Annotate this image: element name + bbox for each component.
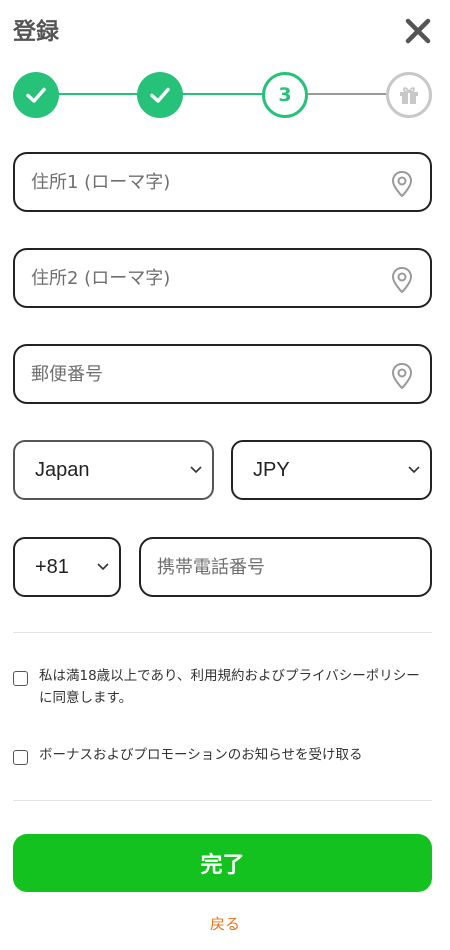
step-connector <box>308 93 388 95</box>
chevron-down-icon <box>97 563 109 571</box>
step-connector <box>182 93 264 95</box>
currency-select[interactable]: JPY <box>231 440 432 500</box>
postal-code-input[interactable] <box>31 346 371 402</box>
step-1-complete <box>13 72 59 118</box>
back-link[interactable]: 戻る <box>0 913 450 934</box>
chevron-down-icon <box>408 466 420 474</box>
check-icon <box>150 87 170 103</box>
step-number: 3 <box>278 84 292 106</box>
close-icon <box>405 18 431 44</box>
terms-label: 私は満18歳以上であり、利用規約およびプライバシーポリシーに同意します。 <box>39 668 420 706</box>
phone-input[interactable] <box>157 539 417 595</box>
bonus-label: ボーナスおよびプロモーションのお知らせを受け取る <box>39 747 363 763</box>
postal-code-field <box>13 344 432 404</box>
terms-checkbox[interactable] <box>13 671 28 686</box>
address1-field <box>13 152 432 212</box>
gift-icon <box>400 87 418 104</box>
phone-code-value: +81 <box>35 556 69 578</box>
bonus-checkbox[interactable] <box>13 750 28 765</box>
address2-field <box>13 248 432 308</box>
location-pin-icon <box>391 170 413 198</box>
terms-consent: 私は満18歳以上であり、利用規約およびプライバシーポリシーに同意します。 <box>13 665 433 711</box>
check-icon <box>26 87 46 103</box>
address1-input[interactable] <box>31 154 371 210</box>
phone-field <box>139 537 432 597</box>
step-2-complete <box>137 72 183 118</box>
location-pin-icon <box>391 266 413 294</box>
header: 登録 <box>0 0 450 60</box>
location-pin-icon <box>391 362 413 390</box>
country-value: Japan <box>35 459 90 481</box>
step-3-current: 3 <box>262 72 308 118</box>
page-title: 登録 <box>13 19 59 45</box>
phone-code-select[interactable]: +81 <box>13 537 121 597</box>
currency-value: JPY <box>253 459 290 481</box>
step-connector <box>58 93 138 95</box>
divider <box>13 632 432 633</box>
complete-button[interactable]: 完了 <box>13 834 432 892</box>
address2-input[interactable] <box>31 250 371 306</box>
country-select[interactable]: Japan <box>13 440 214 500</box>
bonus-consent: ボーナスおよびプロモーションのお知らせを受け取る <box>13 744 433 768</box>
chevron-down-icon <box>190 466 202 474</box>
divider <box>13 800 432 801</box>
step-4-pending <box>386 72 432 118</box>
close-button[interactable] <box>404 17 432 45</box>
progress-stepper: 3 <box>0 66 450 122</box>
